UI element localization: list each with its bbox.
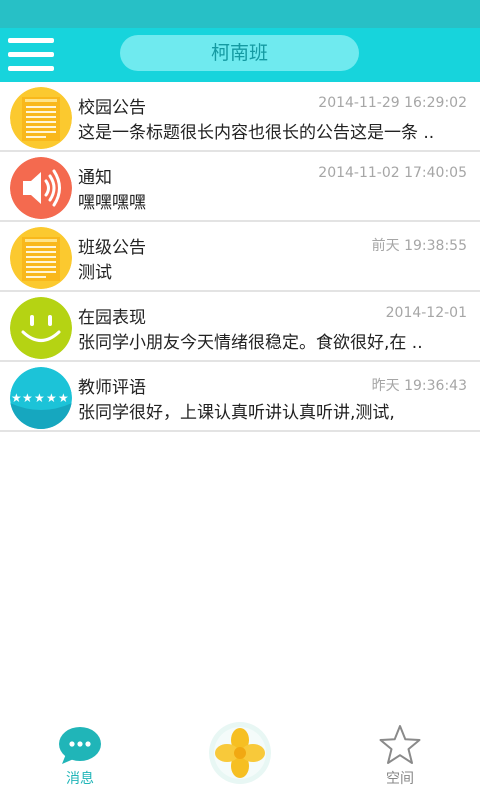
tab-messages[interactable]: 消息 [40, 712, 120, 800]
tab-space-label: 空间 [386, 771, 414, 787]
svg-text:★: ★ [11, 391, 22, 405]
status-bar [0, 0, 480, 28]
svg-text:★: ★ [46, 391, 57, 405]
message-preview: 测试 [78, 263, 112, 283]
message-row-campus-notice[interactable]: 校园公告 2014-11-29 16:29:02 这是一条标题很长内容也很长的公… [0, 82, 480, 152]
notice-board-icon [10, 87, 72, 149]
menu-button[interactable] [8, 37, 54, 73]
message-time: 2014-11-02 17:40:05 [318, 165, 467, 181]
menu-icon-line [8, 52, 54, 57]
message-time: 前天 19:38:55 [371, 238, 467, 254]
smiley-icon [10, 297, 72, 359]
message-time: 2014-12-01 [385, 305, 467, 321]
svg-text:★: ★ [58, 391, 69, 405]
message-row-class-notice[interactable]: 班级公告 前天 19:38:55 测试 [0, 222, 480, 292]
message-title: 通知 [78, 168, 112, 188]
svg-text:★: ★ [34, 391, 45, 405]
message-title: 班级公告 [78, 238, 146, 258]
message-preview: 张同学很好，上课认真听讲认真听讲,测试, [78, 403, 395, 423]
message-row-notification[interactable]: 通知 2014-11-02 17:40:05 嘿嘿嘿嘿 [0, 152, 480, 222]
bottom-tab-bar: 消息 空间 [0, 712, 480, 800]
chat-bubble-icon [59, 727, 101, 764]
menu-icon-line [8, 66, 54, 71]
message-preview: 这是一条标题很长内容也很长的公告这是一条 .. [78, 123, 435, 143]
message-row-performance[interactable]: 在园表现 2014-12-01 张同学小朋友今天情绪很稳定。食欲很好,在 .. [0, 292, 480, 362]
stars-icon: ★ ★ ★ ★ ★ [10, 367, 72, 429]
tab-space[interactable]: 空间 [360, 712, 440, 800]
tab-messages-label: 消息 [66, 771, 94, 787]
message-title: 在园表现 [78, 308, 146, 328]
svg-text:★: ★ [22, 391, 33, 405]
center-flower-button[interactable] [205, 712, 275, 800]
menu-icon-line [8, 38, 54, 43]
notice-board-icon [10, 227, 72, 289]
app-header: 柯南班 [0, 28, 480, 82]
message-time: 昨天 19:36:43 [371, 378, 467, 394]
message-list: 校园公告 2014-11-29 16:29:02 这是一条标题很长内容也很长的公… [0, 82, 480, 432]
message-title: 校园公告 [78, 98, 146, 118]
message-title: 教师评语 [78, 378, 146, 398]
message-preview: 张同学小朋友今天情绪很稳定。食欲很好,在 .. [78, 333, 423, 353]
star-icon [379, 725, 421, 764]
message-time: 2014-11-29 16:29:02 [318, 95, 467, 111]
message-row-teacher-comment[interactable]: ★ ★ ★ ★ ★ 教师评语 昨天 19:36:43 张同学很好，上课认真听讲认真听讲… [0, 362, 480, 432]
message-preview: 嘿嘿嘿嘿 [78, 193, 146, 213]
flower-icon [209, 722, 271, 784]
class-selector[interactable]: 柯南班 [120, 35, 359, 71]
speaker-icon [10, 157, 72, 219]
